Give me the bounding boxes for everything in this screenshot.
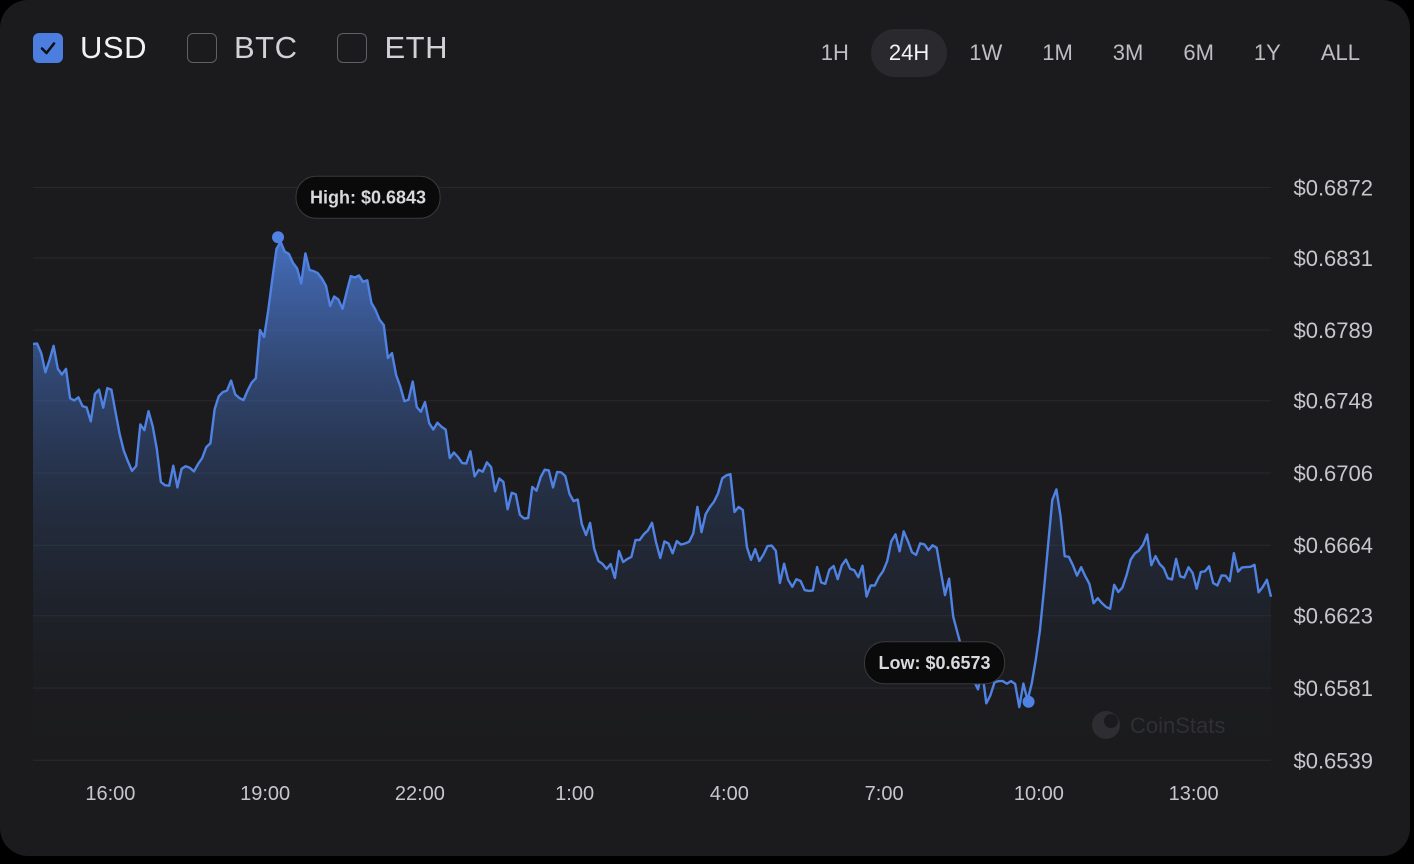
y-tick-label: $0.6539 [1293,748,1373,773]
y-tick-label: $0.6789 [1293,318,1373,343]
watermark: CoinStats [1092,711,1225,739]
x-tick-label: 13:00 [1169,783,1219,805]
price-chart-card: USD BTC ETH 1H 24H 1W 1M 3M 6M 1Y ALL $0… [0,0,1410,856]
x-tick-label: 19:00 [240,783,290,805]
x-tick-label: 22:00 [395,783,445,805]
low-label: Low: $0.6573 [878,653,990,673]
y-tick-label: $0.6581 [1293,676,1373,701]
x-tick-label: 4:00 [710,783,749,805]
high-point [272,231,285,244]
coinstats-logo-icon [1092,711,1120,739]
low-point [1022,695,1035,708]
y-tick-label: $0.6748 [1293,389,1373,414]
watermark-brand: CoinStats [1130,713,1225,738]
y-tick-label: $0.6664 [1293,533,1373,558]
y-tick-label: $0.6831 [1293,246,1373,271]
high-marker: High: $0.6843 [272,175,441,244]
y-tick-label: $0.6872 [1293,175,1373,200]
price-chart[interactable]: $0.6872 $0.6831 $0.6789 $0.6748 $0.6706 $0.66… [0,0,1410,856]
x-tick-label: 1:00 [555,783,594,805]
x-axis-labels: 16:00 19:00 22:00 1:00 4:00 7:00 10:00 13:00 [85,783,1218,805]
high-label: High: $0.6843 [310,187,426,207]
x-tick-label: 7:00 [865,783,904,805]
y-axis-labels: $0.6872 $0.6831 $0.6789 $0.6748 $0.6706 $0.66… [1293,175,1373,773]
price-area [33,241,1271,768]
y-tick-label: $0.6706 [1293,461,1373,486]
x-tick-label: 16:00 [85,783,135,805]
y-tick-label: $0.6623 [1293,604,1373,629]
x-tick-label: 10:00 [1014,783,1064,805]
